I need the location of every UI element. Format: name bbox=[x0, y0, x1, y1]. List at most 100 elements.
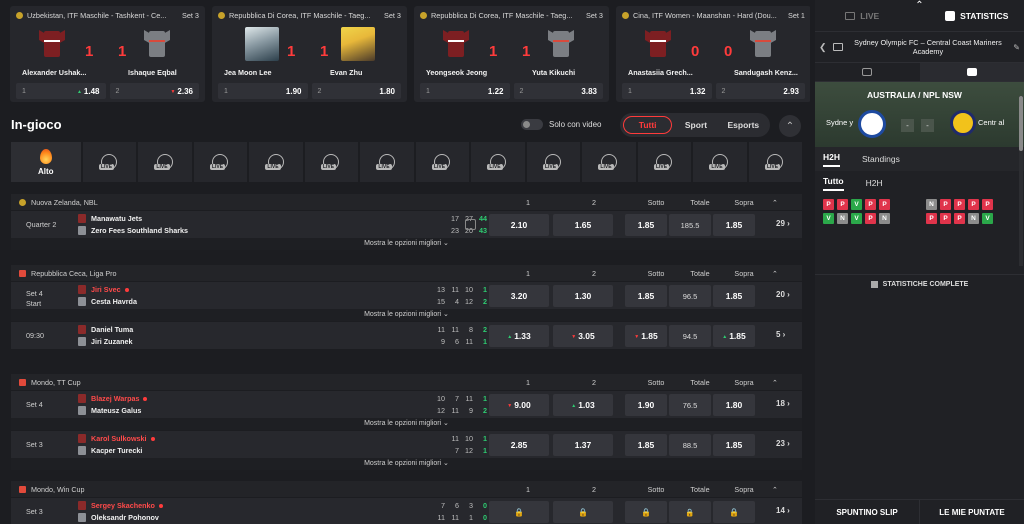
odds-home[interactable]: 3.20 bbox=[489, 285, 549, 307]
sport-top[interactable]: Alto bbox=[11, 142, 81, 182]
team-name: Zero Fees Southland Sharks bbox=[78, 226, 188, 235]
show-best-options[interactable]: Mostra le opzioni migliori bbox=[11, 458, 802, 470]
sport-filter[interactable]: LIVE bbox=[637, 142, 692, 182]
odds-away[interactable]: 1.65 bbox=[553, 214, 613, 236]
show-best-options-label: Mostra le opzioni migliori bbox=[364, 420, 449, 427]
sport-filter[interactable]: LIVE bbox=[693, 142, 747, 182]
chevron-up-icon[interactable]: ⌃ bbox=[768, 485, 782, 494]
odds-away[interactable]: 1.37 bbox=[553, 434, 613, 456]
odds-button[interactable]: 1 1.90 bbox=[218, 83, 308, 99]
segment-esports[interactable]: Esports bbox=[720, 120, 767, 130]
odds-home[interactable]: 2.10 bbox=[489, 214, 549, 236]
score-value: 1 bbox=[483, 446, 487, 455]
sport-filter[interactable]: LIVE bbox=[748, 142, 803, 182]
odds-button[interactable]: 22.36 bbox=[109, 83, 199, 99]
subtab-stats[interactable] bbox=[919, 63, 1024, 81]
total-line[interactable]: 96.5 bbox=[669, 285, 711, 307]
total-line[interactable]: 88.5 bbox=[669, 434, 711, 456]
odds-under[interactable]: 1.85 bbox=[625, 325, 667, 347]
segment-sport[interactable]: Sport bbox=[672, 120, 719, 130]
show-best-options[interactable]: Mostra le opzioni migliori bbox=[11, 238, 802, 250]
chevron-up-icon[interactable]: ⌃ bbox=[768, 269, 782, 278]
sport-filter[interactable]: LIVE bbox=[304, 142, 359, 182]
match-title[interactable]: Sydney Olympic FC – Central Coast Marine… bbox=[849, 38, 1008, 56]
odds-under[interactable]: 1.85 bbox=[625, 285, 667, 307]
odds-under[interactable]: 1.85 bbox=[625, 434, 667, 456]
sport-filter[interactable]: LIVE bbox=[526, 142, 581, 182]
sport-filter[interactable]: LIVE bbox=[582, 142, 636, 182]
event-row[interactable]: 09:30Daniel TumaJiri Zuzanek111182961111… bbox=[11, 321, 802, 349]
match-card[interactable]: Repubblica Di Corea, ITF Maschile - Taeg… bbox=[212, 6, 407, 102]
odds-home[interactable]: 9.00 bbox=[489, 394, 549, 416]
score-value: 11 bbox=[451, 325, 459, 334]
score-value: 7 bbox=[441, 501, 445, 510]
event-row[interactable]: Set 3 Karol Sulkowski Kacper Turecki 11 10 1 7… bbox=[11, 430, 802, 458]
video-only-toggle[interactable] bbox=[521, 119, 543, 130]
sport-filter[interactable]: LIVE bbox=[415, 142, 470, 182]
full-stats-button[interactable]: STATISTICHE COMPLETE bbox=[815, 274, 1024, 294]
odds-over[interactable]: 1.85 bbox=[713, 285, 755, 307]
odds-home[interactable]: 2.85 bbox=[489, 434, 549, 456]
odds-button[interactable]: 2 3.83 bbox=[513, 83, 603, 99]
odds-home[interactable]: 1.33 bbox=[489, 325, 549, 347]
chevron-up-icon[interactable]: ⌃ bbox=[768, 198, 782, 207]
more-markets[interactable]: 29 › bbox=[776, 219, 790, 228]
show-best-options[interactable]: Mostra le opzioni migliori bbox=[11, 309, 802, 321]
odds-away[interactable]: 3.05 bbox=[553, 325, 613, 347]
match-card[interactable]: Uzbekistan, ITF Maschile - Tashkent - Ce… bbox=[10, 6, 205, 102]
chevron-up-icon[interactable]: ⌃ bbox=[910, 0, 930, 31]
segment-tutti[interactable]: Tutti bbox=[623, 116, 673, 134]
tab-statistics[interactable]: STATISTICS bbox=[930, 0, 1024, 31]
event-row[interactable]: Set 4 Start Jiri Svec Cesta Havrda 13 11 10 1 15… bbox=[11, 281, 802, 309]
odds-button[interactable]: 2 2.93 bbox=[715, 83, 805, 99]
odds-button[interactable]: 11.48 bbox=[16, 83, 106, 99]
odds-over[interactable]: 1.85 bbox=[713, 325, 755, 347]
sport-filter[interactable]: LIVE bbox=[471, 142, 525, 182]
odds-over[interactable]: 1.85 bbox=[713, 434, 755, 456]
chevron-up-icon[interactable]: ⌃ bbox=[768, 378, 782, 387]
sport-filter[interactable]: LIVE bbox=[360, 142, 414, 182]
tab-betslip[interactable]: SPUNTINO SLIP bbox=[815, 500, 920, 524]
sport-filter[interactable]: LIVE bbox=[138, 142, 192, 182]
more-markets[interactable]: 20 › bbox=[776, 290, 790, 299]
event-row[interactable]: Set 3 Sergey Skachenko Oleksandr Pohonov 7 6… bbox=[11, 497, 802, 524]
subtab-field[interactable] bbox=[815, 63, 920, 81]
odds-under[interactable]: 1.90 bbox=[625, 394, 667, 416]
more-markets[interactable]: 18 › bbox=[776, 399, 790, 408]
total-line[interactable]: 94.5 bbox=[669, 325, 711, 347]
score-value: 9 bbox=[441, 337, 445, 346]
more-markets[interactable]: 5 › bbox=[776, 330, 785, 339]
total-line[interactable]: 185.5 bbox=[669, 214, 711, 236]
sport-filter[interactable]: LIVE bbox=[249, 142, 303, 182]
odds-button[interactable]: 1 1.32 bbox=[622, 83, 712, 99]
tab-my-bets[interactable]: LE MIE PUNTATE bbox=[920, 500, 1024, 524]
pin-icon[interactable]: ✎ bbox=[1013, 43, 1020, 52]
odds-button[interactable]: 1 1.22 bbox=[420, 83, 510, 99]
stats-icon[interactable] bbox=[465, 219, 476, 230]
odds-over[interactable]: 1.80 bbox=[713, 394, 755, 416]
tab-h2h-sub[interactable]: H2H bbox=[866, 178, 883, 188]
show-best-options[interactable]: Mostra le opzioni migliori bbox=[11, 418, 802, 430]
more-markets[interactable]: 23 › bbox=[776, 439, 790, 448]
odds-away[interactable]: 1.30 bbox=[553, 285, 613, 307]
sport-filter[interactable]: LIVE bbox=[82, 142, 137, 182]
collapse-icon[interactable]: ⌃ bbox=[779, 115, 801, 137]
event-row[interactable]: Quarter 2 Manawatu Jets Zero Fees Southlan… bbox=[11, 210, 802, 238]
more-markets[interactable]: 14 › bbox=[776, 506, 790, 515]
tab-tutto[interactable]: Tutto bbox=[823, 176, 844, 191]
match-card[interactable]: Cina, ITF Women - Maanshan - Hard (Dou..… bbox=[616, 6, 810, 102]
scrollbar[interactable] bbox=[1019, 96, 1023, 266]
match-card[interactable]: Repubblica Di Corea, ITF Maschile - Taeg… bbox=[414, 6, 609, 102]
tab-live[interactable]: LIVE bbox=[815, 0, 910, 31]
sport-filter[interactable]: LIVE bbox=[193, 142, 248, 182]
event-row[interactable]: Set 4 Blazej Warpas Mateusz Galus 10 7 11 1 12 1… bbox=[11, 390, 802, 418]
total-line[interactable]: 76.5 bbox=[669, 394, 711, 416]
odds-over[interactable]: 1.85 bbox=[713, 214, 755, 236]
odds-away[interactable]: 1.03 bbox=[553, 394, 613, 416]
tab-h2h[interactable]: H2H bbox=[823, 152, 841, 167]
prev-match-icon[interactable]: ❮ bbox=[819, 42, 827, 53]
team-label: Cesta Havrda bbox=[91, 297, 137, 306]
odds-under[interactable]: 1.85 bbox=[625, 214, 667, 236]
odds-button[interactable]: 2 1.80 bbox=[311, 83, 401, 99]
tab-standings[interactable]: Standings bbox=[862, 154, 900, 164]
